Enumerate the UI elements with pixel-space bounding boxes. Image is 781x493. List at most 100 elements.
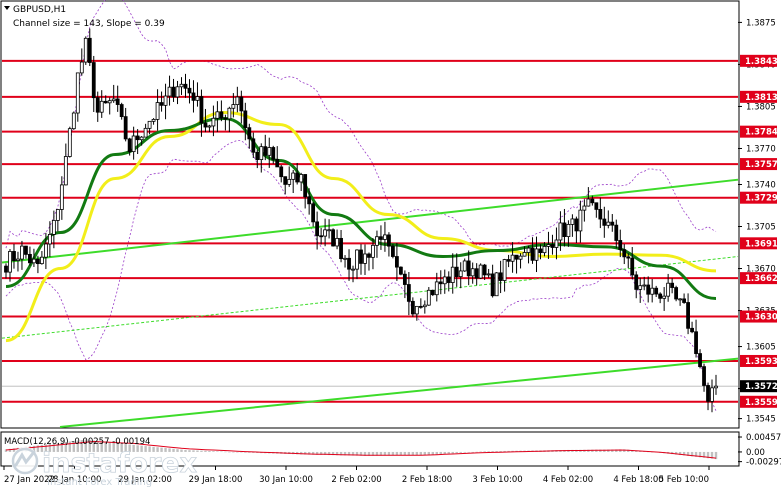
macd-histogram-bar — [232, 451, 235, 453]
candle-body — [410, 300, 415, 315]
candle-body — [87, 37, 92, 63]
candle-body — [55, 209, 60, 221]
candle-body — [8, 251, 12, 273]
candle-body — [79, 61, 84, 74]
price-tick-label: 1.3805 — [746, 102, 776, 112]
macd-histogram-bar — [487, 451, 490, 452]
candle-body — [191, 92, 196, 101]
candle-body — [482, 264, 487, 276]
candle-body — [63, 156, 68, 186]
candle-body — [263, 146, 268, 156]
macd-histogram-bar — [228, 451, 231, 453]
level-tag-label: 1.3691 — [745, 239, 778, 249]
candle-body — [143, 127, 148, 138]
candle-body — [542, 246, 547, 254]
price-tick-label: 1.3875 — [746, 18, 776, 28]
candle-body — [175, 86, 180, 98]
candle-body — [187, 87, 192, 94]
candle-body — [319, 235, 324, 238]
macd-tick-label: 0.00457 — [746, 433, 781, 443]
level-tag-label: 1.3843 — [745, 57, 778, 67]
macd-tick-label: -0.00297 — [746, 458, 781, 468]
candle-body — [394, 256, 399, 268]
macd-histogram-bar — [240, 451, 243, 453]
macd-histogram-bar — [435, 451, 438, 455]
time-tick-label: 5 Feb 10:00 — [659, 475, 709, 485]
current-price-tag-label: 1.3572 — [745, 382, 778, 392]
candle-body — [51, 220, 56, 235]
level-tag-label: 1.3729 — [745, 194, 778, 204]
candle-body — [658, 293, 663, 299]
candle-body — [323, 229, 328, 237]
candle-body — [111, 98, 116, 102]
candle-body — [103, 100, 108, 104]
candle-body — [127, 138, 132, 153]
candle-body — [155, 102, 160, 120]
candle-body — [594, 202, 599, 210]
candle-body — [315, 221, 320, 237]
candle-body — [227, 107, 232, 120]
candle-body — [418, 305, 423, 308]
candle-body — [39, 256, 44, 265]
candle-body — [363, 253, 367, 264]
level-tag-label: 1.3757 — [745, 160, 778, 170]
candle-body — [291, 172, 296, 180]
candle-body — [538, 248, 543, 254]
candle-body — [119, 104, 124, 118]
macd-histogram-bar — [459, 451, 462, 453]
candle-body — [622, 249, 627, 258]
candle-body — [438, 281, 443, 285]
candle-body — [295, 172, 300, 183]
candle-body — [450, 266, 455, 283]
level-tag-label: 1.3593 — [745, 357, 778, 367]
candle-body — [275, 158, 280, 168]
macd-histogram-bar — [220, 451, 223, 453]
logo-tagline: Instant Forex Trading — [47, 477, 152, 488]
candle-body — [183, 83, 188, 89]
time-tick-label: 4 Feb 02:00 — [543, 475, 593, 485]
time-tick-label: 30 Jan 10:00 — [259, 475, 313, 485]
candle-body — [147, 120, 152, 129]
candle-body — [71, 112, 76, 130]
candle-body — [506, 259, 511, 262]
candle-body — [570, 218, 575, 225]
price-tick-label: 1.3770 — [746, 144, 776, 154]
channel-label: Channel size = 143, Slope = 0.39 — [13, 19, 165, 29]
macd-histogram-bar — [200, 450, 203, 452]
candle-body — [67, 128, 72, 157]
price-tick-label: 1.3740 — [746, 180, 776, 190]
candle-body — [490, 273, 495, 297]
candle-body — [558, 222, 563, 241]
candle-body — [36, 258, 40, 265]
time-tick-label: 2 Feb 02:00 — [331, 475, 381, 485]
macd-label: MACD(12,26,9) -0.00257 -0.00194 — [4, 437, 150, 447]
candle-body — [502, 259, 507, 281]
candle-body — [494, 272, 499, 297]
candle-body — [586, 198, 591, 207]
candle-body — [562, 222, 567, 237]
candle-body — [375, 236, 379, 246]
candle-body — [371, 244, 375, 258]
candle-body — [706, 385, 710, 402]
candle-body — [195, 96, 200, 101]
candle-body — [666, 282, 671, 297]
candle-body — [271, 147, 276, 160]
candle-body — [335, 237, 339, 247]
candle-body — [219, 111, 224, 119]
candle-body — [534, 248, 539, 261]
candle-body — [383, 234, 387, 240]
level-tag-label: 1.3630 — [745, 313, 778, 323]
candle-body — [470, 268, 475, 277]
time-tick-label: 3 Feb 10:00 — [472, 475, 522, 485]
candle-body — [171, 86, 176, 98]
candle-body — [526, 247, 531, 253]
candle-body — [199, 96, 204, 124]
candle-body — [714, 385, 718, 389]
candle-body — [223, 117, 228, 120]
macd-histogram-bar — [451, 451, 454, 454]
candle-body — [32, 258, 36, 264]
price-tick-label: 1.3705 — [746, 223, 776, 233]
candle-body — [514, 254, 519, 260]
candle-body — [566, 223, 571, 237]
candle-body — [630, 257, 635, 276]
